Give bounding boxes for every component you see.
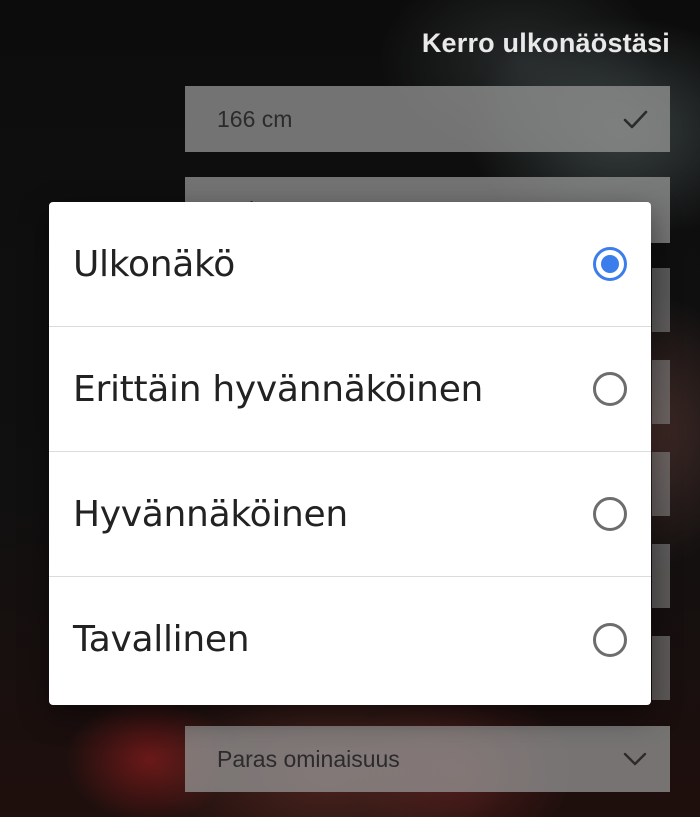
height-value: 166 cm [217, 105, 293, 132]
check-icon [623, 110, 648, 129]
radio-icon[interactable] [593, 622, 627, 657]
height-field[interactable]: 166 cm [185, 86, 670, 152]
option-hyvannakoinen[interactable]: Hyvännäköinen [49, 452, 651, 577]
field-edge [652, 452, 670, 516]
option-ulkonako[interactable]: Ulkonäkö [49, 202, 651, 327]
field-edge [652, 636, 670, 700]
option-label: Hyvännäköinen [73, 493, 348, 535]
field-edge [652, 268, 670, 332]
option-label: Ulkonäkö [73, 243, 236, 285]
option-tavallinen[interactable]: Tavallinen [49, 577, 651, 702]
radio-icon[interactable] [593, 372, 627, 406]
field-edge [652, 360, 670, 424]
option-label: Erittäin hyvännäköinen [73, 368, 484, 410]
option-label: Tavallinen [73, 619, 250, 660]
chevron-down-icon [623, 752, 647, 766]
field-edge [652, 544, 670, 608]
best-feature-select[interactable]: Paras ominaisuus [185, 726, 670, 792]
option-erittain-hyvannakoinen[interactable]: Erittäin hyvännäköinen [49, 327, 651, 452]
page-title: Kerro ulkonäöstäsi [421, 28, 670, 58]
radio-selected-icon[interactable] [593, 247, 627, 281]
best-feature-placeholder: Paras ominaisuus [217, 745, 400, 772]
radio-icon[interactable] [593, 497, 627, 531]
appearance-picker-dialog: Ulkonäkö Erittäin hyvännäköinen Hyvännäk… [49, 202, 651, 705]
